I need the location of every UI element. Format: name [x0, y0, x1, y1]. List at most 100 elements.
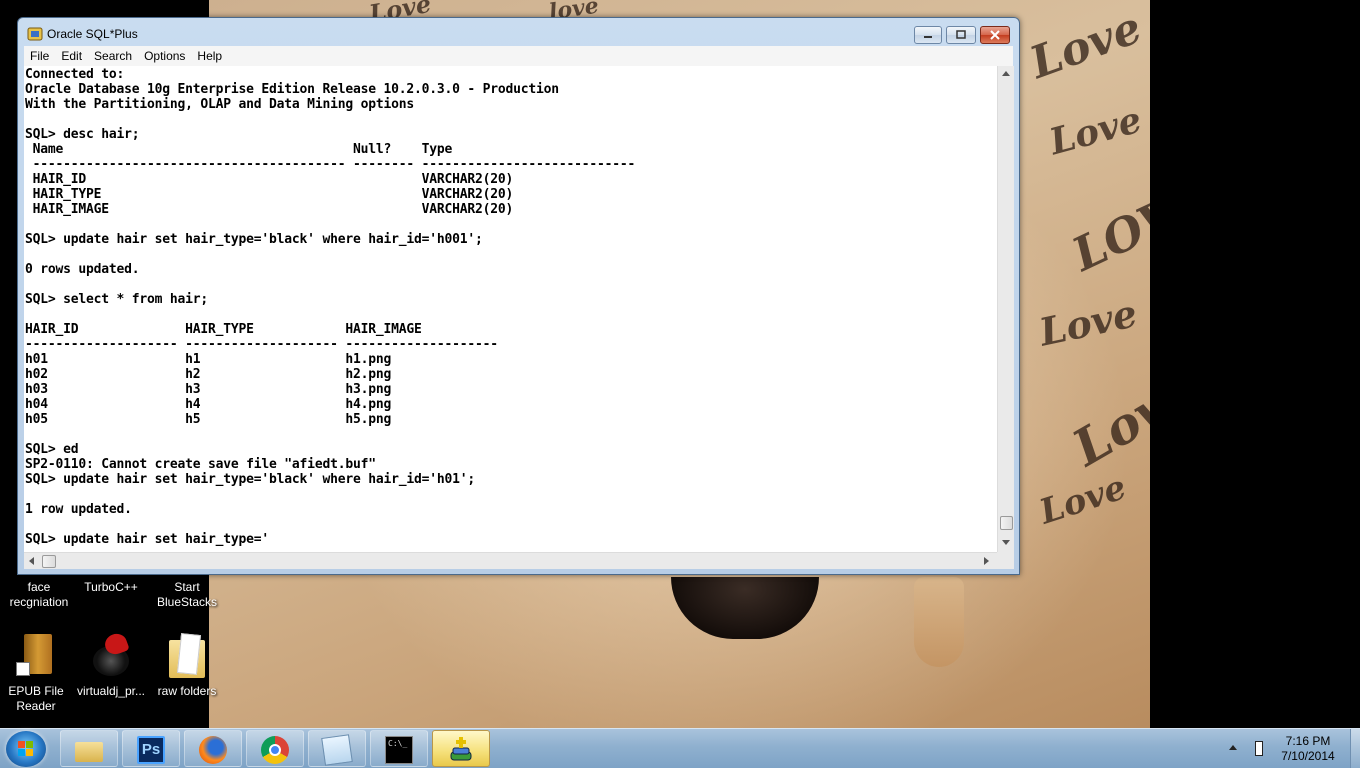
resize-grip[interactable] [997, 552, 1014, 569]
taskbar-chrome-button[interactable] [246, 730, 304, 767]
taskbar-notepad-button[interactable] [308, 730, 366, 767]
horizontal-scrollbar[interactable] [24, 552, 997, 569]
firefox-icon [199, 736, 227, 764]
console-line: HAIR_IMAGE VARCHAR2(20) [25, 202, 514, 217]
desktop-icon-label: TurboC++ [84, 580, 138, 594]
desktop-icon-turboc[interactable]: TurboC++ [72, 580, 150, 595]
menu-search[interactable]: Search [88, 46, 138, 66]
desktop-icon-label: virtualdj_pr... [76, 684, 146, 698]
show-desktop-button[interactable] [1350, 729, 1360, 768]
book-shortcut-icon [16, 632, 56, 680]
photoshop-icon: Ps [137, 736, 165, 764]
console-line: ----------------------------------------… [25, 157, 636, 172]
vertical-scroll-thumb[interactable] [1000, 516, 1013, 530]
close-button[interactable] [980, 26, 1010, 44]
start-button[interactable] [6, 731, 46, 767]
console-line: HAIR_ID VARCHAR2(20) [25, 172, 514, 187]
minimize-button[interactable] [914, 26, 942, 44]
minimize-icon [924, 36, 932, 38]
clock-date: 7/10/2014 [1281, 749, 1335, 763]
console-line: h02 h2 h2.png [25, 367, 392, 382]
taskbar: Ps C:\_ 7:16 PM 7/10/2014 [0, 728, 1360, 768]
desktop-icon-virtualdj[interactable]: virtualdj_pr... [72, 630, 150, 699]
close-icon [990, 30, 1000, 40]
console-output[interactable]: Connected to: Oracle Database 10g Enterpr… [24, 66, 997, 547]
shoe-photo [914, 577, 964, 667]
notepad-icon [321, 734, 353, 766]
console-line: SQL> desc hair; [25, 127, 140, 142]
photoshop-label: Ps [141, 741, 161, 758]
system-clock[interactable]: 7:16 PM 7/10/2014 [1268, 734, 1348, 764]
console-line: HAIR_TYPE VARCHAR2(20) [25, 187, 514, 202]
cmd-icon: C:\_ [385, 736, 413, 764]
tray-expand-icon[interactable] [1229, 745, 1237, 750]
restore-icon [956, 30, 966, 39]
desktop-icon-face-recgniation[interactable]: face recgniation [0, 580, 78, 610]
console-line: h03 h3 h3.png [25, 382, 392, 397]
console-line: h05 h5 h5.png [25, 412, 392, 427]
desktop-icon-raw-folders[interactable]: raw folders [148, 632, 226, 699]
console-line: h04 h4 h4.png [25, 397, 392, 412]
console-line: Name Null? Type [25, 142, 453, 157]
menu-file[interactable]: File [24, 46, 55, 66]
maximize-button[interactable] [946, 26, 976, 44]
taskbar-photoshop-button[interactable]: Ps [122, 730, 180, 767]
console-line: With the Partitioning, OLAP and Data Min… [25, 97, 414, 112]
menu-edit[interactable]: Edit [55, 46, 88, 66]
console-line: SQL> update hair set hair_type=' [25, 532, 270, 547]
virtualdj-icon [91, 630, 131, 680]
sqlplus-taskbar-icon [447, 736, 475, 764]
scroll-up-arrow-icon[interactable] [1002, 71, 1010, 76]
cmd-label: C:\_ [388, 739, 408, 748]
battery-icon[interactable] [1255, 741, 1263, 756]
clock-time: 7:16 PM [1285, 734, 1331, 748]
console-line: Oracle Database 10g Enterprise Edition R… [25, 82, 559, 97]
chrome-icon [261, 736, 289, 764]
taskbar-sqlplus-button[interactable] [432, 730, 490, 767]
taskbar-cmd-button[interactable]: C:\_ [370, 730, 428, 767]
console-line: SQL> update hair set hair_type='black' w… [25, 232, 483, 247]
desktop-icon-label: EPUB File Reader [8, 684, 64, 713]
sqlplus-app-icon[interactable] [27, 26, 43, 42]
console-line: 1 row updated. [25, 502, 132, 517]
desktop-icon-epub-reader[interactable]: EPUB File Reader [0, 632, 75, 714]
taskbar-explorer-button[interactable] [60, 730, 118, 767]
console-line: SQL> select * from hair; [25, 292, 209, 307]
desktop-icon-start-bluestacks[interactable]: Start BlueStacks [148, 580, 226, 610]
console-line: h01 h1 h1.png [25, 352, 392, 367]
console-line: SP2-0110: Cannot create save file "afied… [25, 457, 376, 472]
menu-options[interactable]: Options [138, 46, 191, 66]
menu-bar: File Edit Search Options Help [24, 46, 1013, 66]
explorer-folder-icon [75, 736, 103, 764]
horizontal-scroll-thumb[interactable] [42, 555, 56, 568]
window-title: Oracle SQL*Plus [47, 27, 138, 41]
taskbar-firefox-button[interactable] [184, 730, 242, 767]
console-line: SQL> update hair set hair_type='black' w… [25, 472, 475, 487]
windows-logo-icon [18, 741, 33, 756]
sqlplus-window[interactable]: Oracle SQL*Plus File Edit Search Options… [17, 17, 1020, 575]
wallpaper-right-band [1150, 0, 1360, 728]
sql-console[interactable]: Connected to: Oracle Database 10g Enterpr… [24, 66, 997, 552]
console-line: Connected to: [25, 67, 125, 82]
console-line: SQL> ed [25, 442, 79, 457]
menu-help[interactable]: Help [191, 46, 228, 66]
scroll-left-arrow-icon[interactable] [29, 557, 34, 565]
console-line: 0 rows updated. [25, 262, 140, 277]
scroll-down-arrow-icon[interactable] [1002, 540, 1010, 545]
bowl-photo [671, 577, 819, 639]
folder-icon [167, 632, 207, 680]
scroll-right-arrow-icon[interactable] [984, 557, 989, 565]
vertical-scrollbar[interactable] [997, 66, 1014, 552]
desktop-icon-label: Start BlueStacks [156, 580, 218, 609]
console-line: -------------------- -------------------… [25, 337, 498, 352]
title-bar[interactable]: Oracle SQL*Plus [18, 18, 1019, 46]
desktop-icon-label: raw folders [157, 684, 217, 698]
